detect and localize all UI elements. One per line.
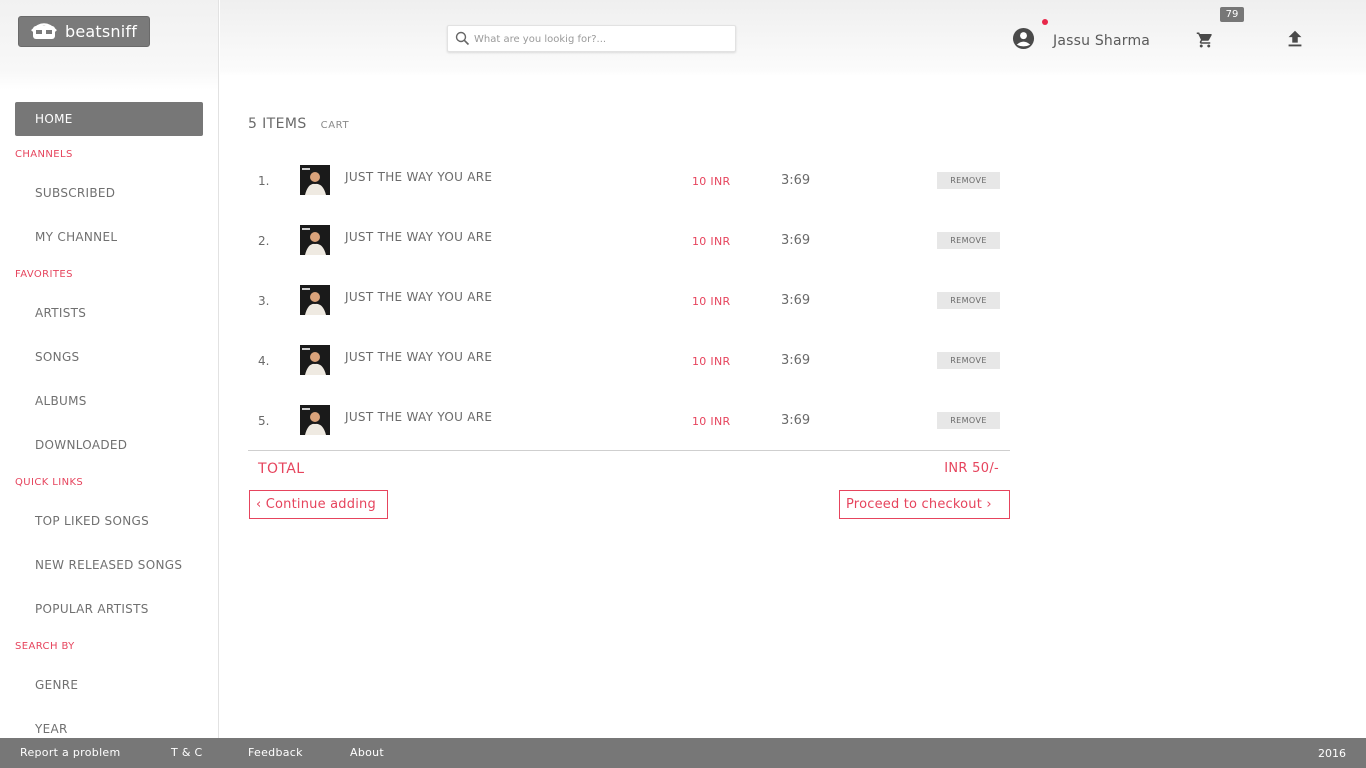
total-label: TOTAL [258,461,305,477]
row-index: 4. [258,354,270,368]
section-title-favorites: FAVORITES [15,269,73,280]
sidebar-item-downloaded[interactable]: DOWNLOADED [0,438,219,452]
footer: Report a problem T & C Feedback About 20… [0,738,1366,768]
song-title[interactable]: JUST THE WAY YOU ARE [345,410,492,424]
sidebar: beatsniff HOME CHANNELS SUBSCRIBED MY CH… [0,0,219,738]
song-duration: 3:69 [781,353,811,368]
sidebar-item-albums[interactable]: ALBUMS [0,394,219,408]
song-price: 10 INR [692,235,731,248]
cart-row: 5. JUST THE WAY YOU ARE 10 INR 3:69 REMO… [248,400,1010,440]
footer-link-report-problem[interactable]: Report a problem [20,746,121,759]
headphones-logo-icon [31,22,57,39]
sidebar-item-subscribed[interactable]: SUBSCRIBED [0,186,219,200]
search-input[interactable] [474,30,729,48]
song-thumbnail [300,165,330,195]
cart-row: 3. JUST THE WAY YOU ARE 10 INR 3:69 REMO… [248,280,1010,320]
cart-icon[interactable] [1196,31,1214,49]
remove-button[interactable]: REMOVE [937,232,1000,249]
sidebar-item-new-released-songs[interactable]: NEW RELEASED SONGS [0,558,219,572]
top-header: Jassu Sharma 79 [220,0,1366,76]
song-price: 10 INR [692,355,731,368]
song-thumbnail [300,405,330,435]
song-price: 10 INR [692,415,731,428]
song-title[interactable]: JUST THE WAY YOU ARE [345,170,492,184]
cart-count-badge: 79 [1220,7,1244,22]
user-name[interactable]: Jassu Sharma [1053,33,1150,49]
footer-link-about[interactable]: About [350,746,384,759]
song-title[interactable]: JUST THE WAY YOU ARE [345,350,492,364]
song-thumbnail [300,285,330,315]
remove-button[interactable]: REMOVE [937,292,1000,309]
song-duration: 3:69 [781,413,811,428]
footer-link-terms[interactable]: T & C [171,746,202,759]
song-title[interactable]: JUST THE WAY YOU ARE [345,230,492,244]
cart-row: 2. JUST THE WAY YOU ARE 10 INR 3:69 REMO… [248,220,1010,260]
section-title-search-by: SEARCH BY [15,641,75,652]
notification-dot [1042,19,1048,25]
song-price: 10 INR [692,175,731,188]
song-thumbnail [300,225,330,255]
sidebar-item-popular-artists[interactable]: POPULAR ARTISTS [0,602,219,616]
cart-row: 4. JUST THE WAY YOU ARE 10 INR 3:69 REMO… [248,340,1010,380]
search-icon [455,31,470,46]
song-duration: 3:69 [781,173,811,188]
row-index: 3. [258,294,270,308]
sidebar-nav: HOME CHANNELS SUBSCRIBED MY CHANNEL FAVO… [0,102,219,736]
logo-text: beatsniff [65,22,138,41]
song-thumbnail [300,345,330,375]
remove-button[interactable]: REMOVE [937,352,1000,369]
section-title-channels: CHANNELS [15,149,73,160]
cart-row: 1. JUST THE WAY YOU ARE 10 INR 3:69 REMO… [248,160,1010,200]
footer-link-feedback[interactable]: Feedback [248,746,303,759]
user-avatar-icon[interactable] [1012,27,1035,50]
sidebar-item-genre[interactable]: GENRE [0,678,219,692]
sidebar-item-artists[interactable]: ARTISTS [0,306,219,320]
logo[interactable]: beatsniff [18,16,150,47]
sidebar-item-my-channel[interactable]: MY CHANNEL [0,230,219,244]
song-duration: 3:69 [781,293,811,308]
upload-icon[interactable] [1284,28,1306,50]
row-index: 5. [258,414,270,428]
proceed-to-checkout-button[interactable]: Proceed to checkout › [839,490,1010,519]
search-box[interactable] [447,25,736,52]
total-value: INR 50/- [944,461,999,476]
footer-year: 2016 [1318,747,1346,760]
section-title-quick-links: QUICK LINKS [15,477,84,488]
sidebar-item-songs[interactable]: SONGS [0,350,219,364]
cart-item-count: 5 ITEMS [248,116,307,132]
remove-button[interactable]: REMOVE [937,412,1000,429]
song-duration: 3:69 [781,233,811,248]
remove-button[interactable]: REMOVE [937,172,1000,189]
sidebar-item-top-liked-songs[interactable]: TOP LIKED SONGS [0,514,219,528]
song-price: 10 INR [692,295,731,308]
total-divider [248,450,1010,451]
sidebar-item-home[interactable]: HOME [15,102,203,136]
cart-label: CART [320,120,350,131]
sidebar-item-year[interactable]: YEAR [0,722,219,736]
row-index: 2. [258,234,270,248]
song-title[interactable]: JUST THE WAY YOU ARE [345,290,492,304]
cart-heading: 5 ITEMS CART [248,116,349,132]
row-index: 1. [258,174,270,188]
continue-adding-button[interactable]: ‹ Continue adding [249,490,388,519]
